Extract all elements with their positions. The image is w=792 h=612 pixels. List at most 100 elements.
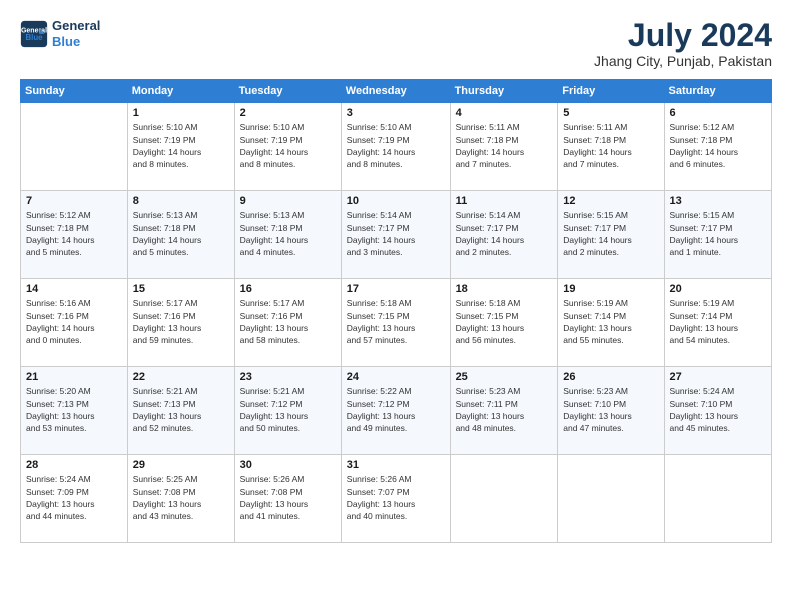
day-info: Sunrise: 5:15 AM Sunset: 7:17 PM Dayligh… xyxy=(563,209,658,258)
day-info: Sunrise: 5:10 AM Sunset: 7:19 PM Dayligh… xyxy=(133,121,229,170)
calendar-cell: 15Sunrise: 5:17 AM Sunset: 7:16 PM Dayli… xyxy=(127,279,234,367)
calendar-cell: 5 Sunrise: 5:11 AM Sunset: 7:18 PM Daylig… xyxy=(558,103,664,191)
calendar-week-row: 1 Sunrise: 5:10 AM Sunset: 7:19 PM Daylig… xyxy=(21,103,772,191)
calendar-week-row: 14Sunrise: 5:16 AM Sunset: 7:16 PM Dayli… xyxy=(21,279,772,367)
calendar-cell: 23 Sunrise: 5:21 AM Sunset: 7:12 PM Dayli… xyxy=(234,367,341,455)
day-info: Sunrise: 5:24 AM Sunset: 7:10 PM Dayligh… xyxy=(670,385,766,434)
day-header-friday: Friday xyxy=(558,80,664,103)
day-number: 27 xyxy=(670,371,766,383)
calendar-cell: 29 Sunrise: 5:25 AM Sunset: 7:08 PM Dayli… xyxy=(127,455,234,543)
calendar-week-row: 21 Sunrise: 5:20 AM Sunset: 7:13 PM Dayli… xyxy=(21,367,772,455)
calendar-cell: 10 Sunrise: 5:14 AM Sunset: 7:17 PM Dayli… xyxy=(341,191,450,279)
day-number: 11 xyxy=(456,195,553,207)
day-number: 17 xyxy=(347,283,445,295)
location: Jhang City, Punjab, Pakistan xyxy=(594,53,772,69)
calendar-cell: 28Sunrise: 5:24 AM Sunset: 7:09 PM Dayli… xyxy=(21,455,128,543)
day-number: 19 xyxy=(563,283,658,295)
day-number: 10 xyxy=(347,195,445,207)
day-number: 31 xyxy=(347,459,445,471)
day-info: Sunrise: 5:24 AM Sunset: 7:09 PM Dayligh… xyxy=(26,473,122,522)
day-info: Sunrise: 5:18 AM Sunset: 7:15 PM Dayligh… xyxy=(456,297,553,346)
day-info: Sunrise: 5:13 AM Sunset: 7:18 PM Dayligh… xyxy=(240,209,336,258)
page: General Blue General Blue July 2024 Jhan… xyxy=(0,0,792,612)
day-info: Sunrise: 5:26 AM Sunset: 7:07 PM Dayligh… xyxy=(347,473,445,522)
title-block: July 2024 Jhang City, Punjab, Pakistan xyxy=(594,18,772,69)
calendar-cell: 13 Sunrise: 5:15 AM Sunset: 7:17 PM Dayli… xyxy=(664,191,771,279)
day-number: 25 xyxy=(456,371,553,383)
day-number: 18 xyxy=(456,283,553,295)
day-number: 13 xyxy=(670,195,766,207)
calendar-cell: 1 Sunrise: 5:10 AM Sunset: 7:19 PM Daylig… xyxy=(127,103,234,191)
day-info: Sunrise: 5:10 AM Sunset: 7:19 PM Dayligh… xyxy=(347,121,445,170)
calendar-cell: 16Sunrise: 5:17 AM Sunset: 7:16 PM Dayli… xyxy=(234,279,341,367)
day-info: Sunrise: 5:11 AM Sunset: 7:18 PM Dayligh… xyxy=(563,121,658,170)
day-number: 9 xyxy=(240,195,336,207)
day-info: Sunrise: 5:22 AM Sunset: 7:12 PM Dayligh… xyxy=(347,385,445,434)
day-number: 21 xyxy=(26,371,122,383)
day-number: 12 xyxy=(563,195,658,207)
day-info: Sunrise: 5:19 AM Sunset: 7:14 PM Dayligh… xyxy=(563,297,658,346)
calendar-cell: 11 Sunrise: 5:14 AM Sunset: 7:17 PM Dayli… xyxy=(450,191,558,279)
calendar-cell: 26Sunrise: 5:23 AM Sunset: 7:10 PM Dayli… xyxy=(558,367,664,455)
day-number: 5 xyxy=(563,107,658,119)
day-number: 26 xyxy=(563,371,658,383)
day-info: Sunrise: 5:13 AM Sunset: 7:18 PM Dayligh… xyxy=(133,209,229,258)
day-info: Sunrise: 5:10 AM Sunset: 7:19 PM Dayligh… xyxy=(240,121,336,170)
day-info: Sunrise: 5:23 AM Sunset: 7:11 PM Dayligh… xyxy=(456,385,553,434)
month-title: July 2024 xyxy=(594,18,772,53)
day-info: Sunrise: 5:15 AM Sunset: 7:17 PM Dayligh… xyxy=(670,209,766,258)
day-header-wednesday: Wednesday xyxy=(341,80,450,103)
calendar-cell: 4 Sunrise: 5:11 AM Sunset: 7:18 PM Daylig… xyxy=(450,103,558,191)
calendar-cell xyxy=(664,455,771,543)
logo: General Blue General Blue xyxy=(20,18,100,49)
header: General Blue General Blue July 2024 Jhan… xyxy=(20,18,772,69)
calendar-cell: 20Sunrise: 5:19 AM Sunset: 7:14 PM Dayli… xyxy=(664,279,771,367)
calendar-cell: 2 Sunrise: 5:10 AM Sunset: 7:19 PM Daylig… xyxy=(234,103,341,191)
calendar-week-row: 28Sunrise: 5:24 AM Sunset: 7:09 PM Dayli… xyxy=(21,455,772,543)
day-info: Sunrise: 5:12 AM Sunset: 7:18 PM Dayligh… xyxy=(670,121,766,170)
logo-text: General Blue xyxy=(52,18,100,49)
day-header-saturday: Saturday xyxy=(664,80,771,103)
day-number: 16 xyxy=(240,283,336,295)
day-number: 29 xyxy=(133,459,229,471)
day-number: 30 xyxy=(240,459,336,471)
day-number: 4 xyxy=(456,107,553,119)
logo-icon: General Blue xyxy=(20,20,48,48)
calendar-cell xyxy=(21,103,128,191)
calendar-cell: 3 Sunrise: 5:10 AM Sunset: 7:19 PM Daylig… xyxy=(341,103,450,191)
calendar-cell: 7Sunrise: 5:12 AM Sunset: 7:18 PM Daylig… xyxy=(21,191,128,279)
day-number: 20 xyxy=(670,283,766,295)
day-info: Sunrise: 5:16 AM Sunset: 7:16 PM Dayligh… xyxy=(26,297,122,346)
day-number: 22 xyxy=(133,371,229,383)
day-info: Sunrise: 5:14 AM Sunset: 7:17 PM Dayligh… xyxy=(347,209,445,258)
calendar-cell: 30 Sunrise: 5:26 AM Sunset: 7:08 PM Dayli… xyxy=(234,455,341,543)
day-number: 3 xyxy=(347,107,445,119)
calendar-cell: 8Sunrise: 5:13 AM Sunset: 7:18 PM Daylig… xyxy=(127,191,234,279)
day-number: 23 xyxy=(240,371,336,383)
calendar-cell: 19 Sunrise: 5:19 AM Sunset: 7:14 PM Dayli… xyxy=(558,279,664,367)
day-info: Sunrise: 5:11 AM Sunset: 7:18 PM Dayligh… xyxy=(456,121,553,170)
calendar-cell: 31 Sunrise: 5:26 AM Sunset: 7:07 PM Dayli… xyxy=(341,455,450,543)
svg-text:Blue: Blue xyxy=(25,33,43,42)
day-number: 7 xyxy=(26,195,122,207)
day-header-thursday: Thursday xyxy=(450,80,558,103)
calendar-cell: 22 Sunrise: 5:21 AM Sunset: 7:13 PM Dayli… xyxy=(127,367,234,455)
day-number: 1 xyxy=(133,107,229,119)
calendar-cell xyxy=(558,455,664,543)
day-number: 6 xyxy=(670,107,766,119)
calendar-table: SundayMondayTuesdayWednesdayThursdayFrid… xyxy=(20,79,772,543)
calendar-cell: 6 Sunrise: 5:12 AM Sunset: 7:18 PM Daylig… xyxy=(664,103,771,191)
calendar-cell: 17Sunrise: 5:18 AM Sunset: 7:15 PM Dayli… xyxy=(341,279,450,367)
day-info: Sunrise: 5:26 AM Sunset: 7:08 PM Dayligh… xyxy=(240,473,336,522)
day-info: Sunrise: 5:20 AM Sunset: 7:13 PM Dayligh… xyxy=(26,385,122,434)
day-info: Sunrise: 5:21 AM Sunset: 7:12 PM Dayligh… xyxy=(240,385,336,434)
calendar-week-row: 7Sunrise: 5:12 AM Sunset: 7:18 PM Daylig… xyxy=(21,191,772,279)
day-info: Sunrise: 5:25 AM Sunset: 7:08 PM Dayligh… xyxy=(133,473,229,522)
calendar-cell: 18 Sunrise: 5:18 AM Sunset: 7:15 PM Dayli… xyxy=(450,279,558,367)
day-info: Sunrise: 5:21 AM Sunset: 7:13 PM Dayligh… xyxy=(133,385,229,434)
day-number: 2 xyxy=(240,107,336,119)
calendar-cell: 24Sunrise: 5:22 AM Sunset: 7:12 PM Dayli… xyxy=(341,367,450,455)
day-header-sunday: Sunday xyxy=(21,80,128,103)
day-info: Sunrise: 5:14 AM Sunset: 7:17 PM Dayligh… xyxy=(456,209,553,258)
calendar-cell: 12 Sunrise: 5:15 AM Sunset: 7:17 PM Dayli… xyxy=(558,191,664,279)
